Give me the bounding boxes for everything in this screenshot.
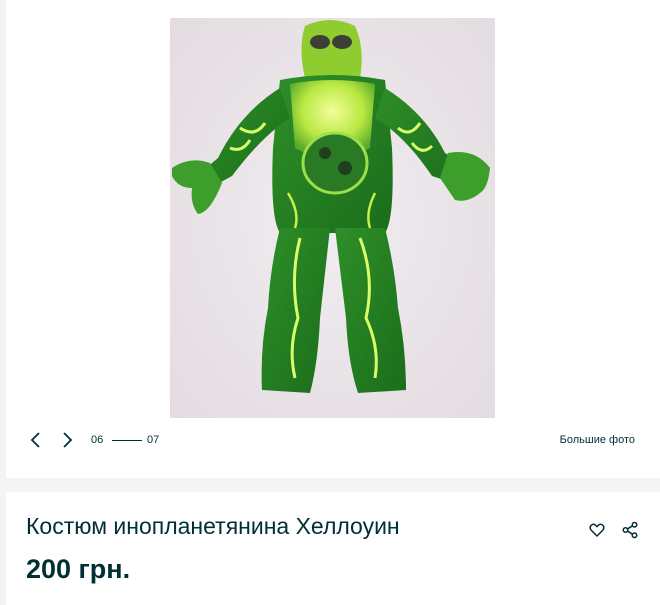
favorite-button[interactable] (586, 519, 608, 541)
previous-photo-button[interactable] (25, 429, 47, 451)
photo-counter-divider (112, 440, 142, 441)
photo-gallery: 06 07 Большие фото (6, 0, 660, 478)
share-button[interactable] (619, 519, 641, 541)
heart-icon (589, 523, 605, 537)
next-photo-button[interactable] (56, 429, 78, 451)
listing-info: Костюм инопланетянина Хеллоуин 200 грн. (6, 492, 660, 605)
chevron-right-icon (63, 432, 73, 448)
listing-price: 200 грн. (26, 554, 131, 584)
photo-current-index: 06 (91, 434, 104, 446)
photo-total-count: 07 (147, 434, 160, 446)
big-photos-link[interactable]: Большие фото (560, 433, 635, 447)
chevron-left-icon (30, 432, 40, 448)
share-icon (622, 521, 638, 539)
listing-photo[interactable] (170, 18, 495, 418)
alien-costume-image (170, 18, 495, 418)
listing-title: Костюм инопланетянина Хеллоуин (26, 513, 400, 539)
